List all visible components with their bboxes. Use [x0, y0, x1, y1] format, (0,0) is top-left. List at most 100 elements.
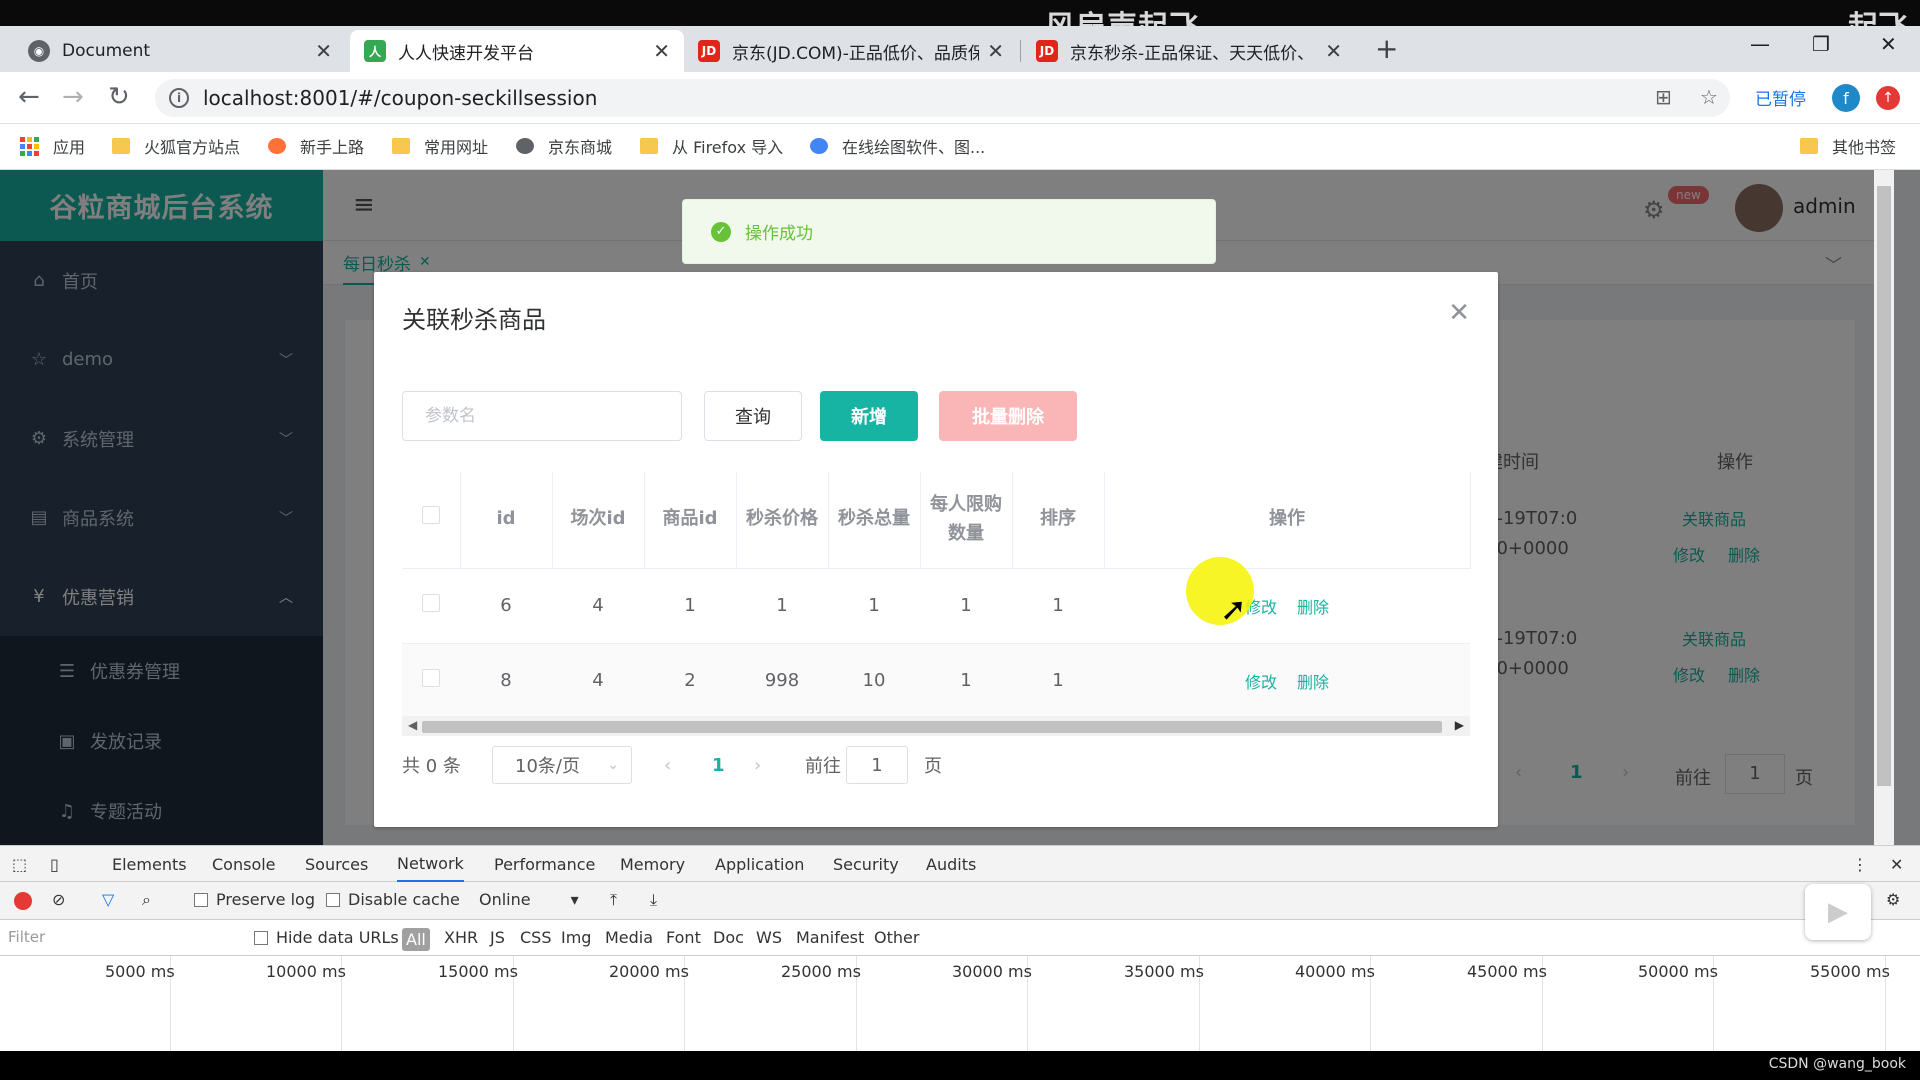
- type-filter-img[interactable]: Img: [561, 928, 591, 947]
- forward-icon[interactable]: →: [62, 82, 84, 112]
- page-number[interactable]: 1: [712, 746, 725, 784]
- tab-sources[interactable]: Sources: [305, 846, 368, 882]
- page-size-select[interactable]: 10条/页 ⌄: [492, 746, 632, 784]
- scrollbar-thumb[interactable]: [422, 721, 1442, 733]
- throttling-select[interactable]: Online ▾: [479, 890, 579, 909]
- column-header[interactable]: 排序: [1012, 472, 1105, 569]
- clear-icon[interactable]: ⊘: [52, 890, 65, 909]
- delete-link[interactable]: 删除: [1297, 673, 1329, 692]
- type-filter-doc[interactable]: Doc: [713, 928, 744, 947]
- row-checkbox[interactable]: [422, 669, 440, 687]
- url-text[interactable]: localhost:8001/#/coupon-seckillsession: [203, 86, 597, 110]
- scroll-left-icon[interactable]: ◀: [408, 718, 417, 732]
- profile-avatar[interactable]: f: [1832, 84, 1860, 112]
- search-input[interactable]: [402, 391, 682, 441]
- inspect-icon[interactable]: ⬚: [12, 846, 27, 882]
- bookmark-firefox-site[interactable]: 火狐官方站点: [112, 134, 240, 158]
- scrollbar-thumb[interactable]: [1877, 186, 1891, 786]
- column-header[interactable]: 秒杀价格: [736, 472, 829, 569]
- filter-input[interactable]: Filter: [8, 928, 45, 946]
- prev-page-button[interactable]: ‹: [664, 746, 671, 784]
- export-har-icon[interactable]: ⤓: [650, 890, 657, 910]
- close-icon[interactable]: ✕: [653, 39, 670, 63]
- column-header[interactable]: 商品id: [644, 472, 737, 569]
- more-options-icon[interactable]: ⋮: [1852, 846, 1868, 882]
- row-checkbox[interactable]: [422, 594, 440, 612]
- type-filter-all[interactable]: All: [402, 928, 430, 951]
- column-header-limit[interactable]: 每人限购 数量: [920, 472, 1013, 569]
- column-header[interactable]: 场次id: [552, 472, 645, 569]
- close-icon[interactable]: ✕: [1325, 39, 1342, 63]
- next-page-button[interactable]: ›: [754, 746, 761, 784]
- back-icon[interactable]: ←: [18, 82, 40, 112]
- tab-memory[interactable]: Memory: [620, 846, 685, 882]
- select-all-checkbox[interactable]: [421, 506, 440, 525]
- settings-gear-icon[interactable]: ⚙: [1886, 890, 1900, 909]
- browser-tab-jd[interactable]: JD 京东(JD.COM)-正品低价、品质保 ✕: [684, 30, 1018, 72]
- network-timeline[interactable]: 5000 ms 10000 ms 15000 ms 20000 ms 25000…: [0, 956, 1920, 1052]
- record-icon[interactable]: [14, 892, 32, 910]
- close-icon[interactable]: ✕: [1890, 846, 1903, 882]
- new-tab-button[interactable]: +: [1375, 32, 1398, 65]
- tab-network[interactable]: Network: [397, 846, 464, 882]
- type-filter-media[interactable]: Media: [605, 928, 653, 947]
- tab-performance[interactable]: Performance: [494, 846, 595, 882]
- delete-link[interactable]: 删除: [1297, 598, 1329, 617]
- type-filter-xhr[interactable]: XHR: [444, 928, 478, 947]
- close-icon[interactable]: ✕: [315, 39, 332, 63]
- device-toolbar-icon[interactable]: ▯: [50, 846, 59, 882]
- bookmark-common-sites[interactable]: 常用网址: [392, 134, 488, 158]
- restore-button[interactable]: ❐: [1812, 32, 1830, 56]
- tab-application[interactable]: Application: [715, 846, 804, 882]
- column-header[interactable]: 秒杀总量: [828, 472, 921, 569]
- close-icon[interactable]: ✕: [1448, 298, 1470, 328]
- sync-paused-label[interactable]: 已暂停: [1755, 85, 1806, 110]
- tab-elements[interactable]: Elements: [112, 846, 187, 882]
- table-row[interactable]: 8 4 2 998 10 1 1 修改 删除: [402, 643, 1470, 719]
- bookmark-other[interactable]: 其他书签: [1800, 134, 1896, 158]
- reload-icon[interactable]: ↻: [108, 82, 130, 112]
- hide-data-urls-checkbox[interactable]: Hide data URLs: [254, 928, 399, 947]
- column-header[interactable]: id: [460, 472, 553, 569]
- bookmark-jd[interactable]: 京东商城: [516, 134, 612, 158]
- tab-audits[interactable]: Audits: [926, 846, 976, 882]
- preserve-log-checkbox[interactable]: Preserve log: [194, 890, 315, 909]
- filter-icon[interactable]: ▽: [102, 890, 114, 909]
- window-close-button[interactable]: ✕: [1880, 32, 1897, 56]
- close-icon[interactable]: ✕: [987, 39, 1004, 63]
- query-button[interactable]: 查询: [704, 391, 802, 441]
- type-filter-ws[interactable]: WS: [756, 928, 782, 947]
- disable-cache-checkbox[interactable]: Disable cache: [326, 890, 460, 909]
- batch-delete-button[interactable]: 批量删除: [939, 391, 1077, 441]
- browser-tab-jd-seckill[interactable]: JD 京东秒杀-正品保证、天天低价、 ✕: [1022, 30, 1356, 72]
- add-button[interactable]: 新增: [820, 391, 918, 441]
- type-filter-manifest[interactable]: Manifest: [796, 928, 864, 947]
- import-har-icon[interactable]: ⤒: [610, 890, 617, 910]
- info-icon[interactable]: i: [169, 88, 189, 108]
- browser-tab-renren[interactable]: 人 人人快速开发平台 ✕: [350, 30, 684, 72]
- scroll-right-icon[interactable]: ▶: [1455, 718, 1464, 732]
- bookmark-firefox-import[interactable]: 从 Firefox 导入: [640, 134, 783, 158]
- bookmark-drawing[interactable]: 在线绘图软件、图...: [810, 134, 985, 158]
- search-icon[interactable]: ⌕: [142, 890, 151, 910]
- star-icon[interactable]: ☆: [1700, 85, 1718, 109]
- minimize-button[interactable]: —: [1750, 32, 1770, 56]
- tab-console[interactable]: Console: [212, 846, 276, 882]
- table-horizontal-scrollbar[interactable]: ◀ ▶: [402, 716, 1470, 736]
- edit-link[interactable]: 修改: [1245, 673, 1277, 692]
- translate-icon[interactable]: ⊞: [1655, 85, 1672, 109]
- omnibox[interactable]: i localhost:8001/#/coupon-seckillsession…: [155, 79, 1730, 117]
- tab-security[interactable]: Security: [833, 846, 899, 882]
- bookmark-apps[interactable]: 应用: [20, 134, 85, 158]
- type-filter-other[interactable]: Other: [874, 928, 919, 947]
- browser-tab-document[interactable]: ◉ Document ✕: [14, 30, 346, 72]
- goto-page-input[interactable]: 1: [846, 746, 908, 784]
- table-row[interactable]: 6 4 1 1 1 1 1 修改 删除: [402, 568, 1470, 644]
- type-filter-font[interactable]: Font: [666, 928, 701, 947]
- type-filter-css[interactable]: CSS: [520, 928, 551, 947]
- update-icon[interactable]: ↑: [1876, 86, 1900, 110]
- video-play-icon[interactable]: ▶: [1805, 884, 1871, 940]
- type-filter-js[interactable]: JS: [490, 928, 505, 947]
- page-scrollbar[interactable]: [1874, 170, 1894, 845]
- bookmark-getting-started[interactable]: 新手上路: [268, 134, 364, 158]
